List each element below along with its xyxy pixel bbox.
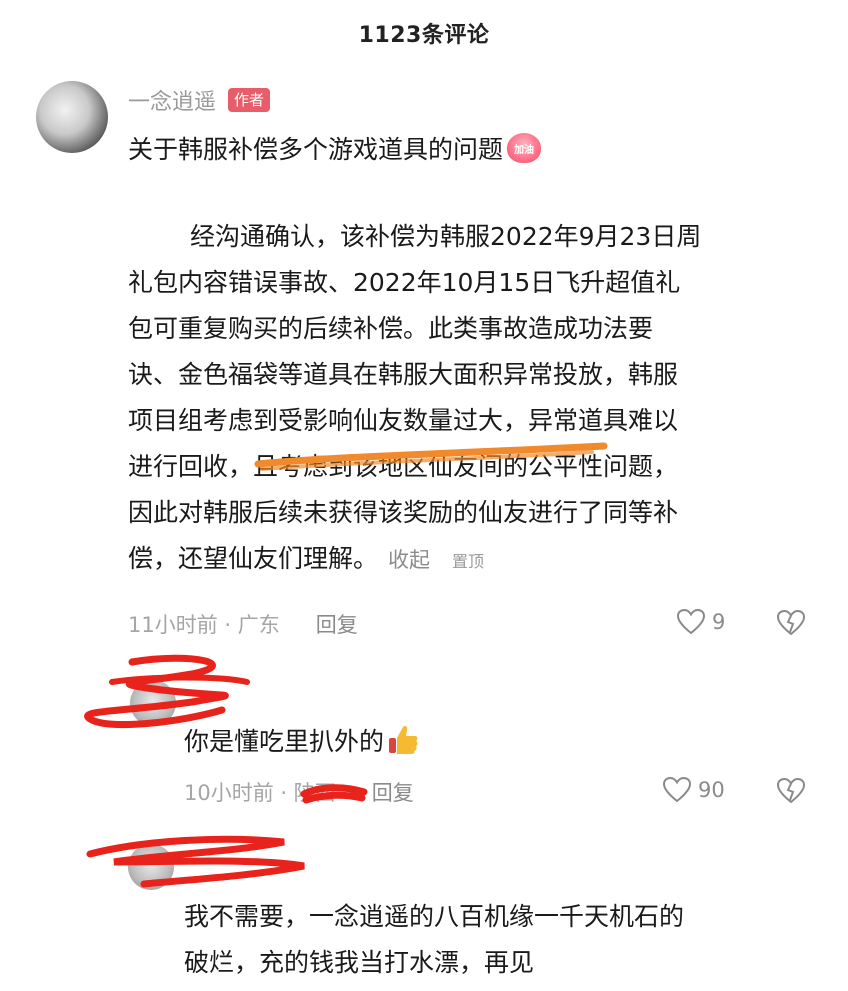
comment-time-location: 10小时前 · 陕西	[184, 781, 336, 805]
reply-comment: 我不需要，一念逍遥的八百机缘一千天机石的 破烂，充的钱我当打水漂，再见	[0, 830, 848, 991]
comment-title-text: 关于韩服补偿多个游戏道具的问题	[128, 135, 504, 164]
reply-body: 我不需要，一念逍遥的八百机缘一千天机石的 破烂，充的钱我当打水漂，再见	[184, 894, 684, 986]
comment-time-location: 11小时前 · 广东	[128, 613, 280, 637]
like-button[interactable]: 9	[676, 608, 725, 636]
author-badge: 作者	[228, 88, 271, 112]
body-line: 进行回收，且考虑到该地区仙友间的公平性问题，	[128, 452, 679, 481]
body-line: 礼包内容错误事故、2022年10月15日飞升超值礼	[128, 268, 681, 297]
heart-icon	[662, 776, 692, 803]
redaction-scribble	[86, 835, 305, 888]
cheer-emoji-text: 加油	[514, 144, 535, 156]
reply-meta: 10小时前 · 陕西 回复	[184, 777, 414, 807]
username-row: 一念逍遥 作者	[128, 84, 271, 116]
username[interactable]: 一念逍遥	[128, 84, 216, 116]
reply-text: 你是懂吃里扒外的	[184, 722, 420, 758]
comment-author: 一念逍遥 作者 关于韩服补偿多个游戏道具的问题 加油 经沟通确认，该补偿为韩服2…	[0, 0, 848, 660]
like-count: 90	[698, 778, 725, 802]
reply-comment: 你是懂吃里扒外的 10小时前 · 陕西 回复 90	[0, 654, 848, 830]
reply-button[interactable]: 回复	[372, 777, 414, 807]
body-line: 包可重复购买的后续补偿。此类事故造成功法要	[128, 314, 654, 343]
like-count: 9	[712, 610, 726, 634]
reply-text-content: 你是懂吃里扒外的	[184, 727, 385, 756]
broken-heart-icon[interactable]	[776, 776, 806, 806]
reply-button[interactable]: 回复	[316, 609, 358, 639]
body-line-last: 偿，还望仙友们理解。 收起 置顶	[128, 536, 701, 585]
cheer-emoji-icon: 加油	[507, 133, 542, 163]
comment-meta: 11小时前 · 广东 回复	[128, 609, 358, 639]
thumbs-up-icon	[389, 726, 418, 754]
comment-title: 关于韩服补偿多个游戏道具的问题 加油	[128, 130, 542, 166]
body-line: 项目组考虑到受影响仙友数量过大，异常道具难以	[128, 406, 679, 435]
avatar[interactable]	[130, 680, 176, 726]
collapse-link[interactable]: 收起	[388, 548, 430, 572]
body-line: 诀、金色福袋等道具在韩服大面积异常投放，韩服	[128, 360, 679, 389]
body-line: 经沟通确认，该补偿为韩服2022年9月23日周	[190, 222, 702, 251]
body-line: 因此对韩服后续未获得该奖励的仙友进行了同等补	[128, 498, 679, 527]
avatar[interactable]	[128, 844, 174, 890]
avatar[interactable]	[36, 81, 108, 153]
body-line: 破烂，充的钱我当打水漂，再见	[184, 948, 535, 977]
heart-icon	[676, 608, 706, 635]
body-line: 我不需要，一念逍遥的八百机缘一千天机石的	[184, 902, 685, 931]
comment-body: 经沟通确认，该补偿为韩服2022年9月23日周 礼包内容错误事故、2022年10…	[128, 214, 701, 585]
body-line-text: 偿，还望仙友们理解。	[128, 544, 379, 573]
like-button[interactable]: 90	[662, 776, 725, 804]
broken-heart-icon[interactable]	[776, 608, 806, 638]
pinned-label: 置顶	[452, 552, 485, 571]
